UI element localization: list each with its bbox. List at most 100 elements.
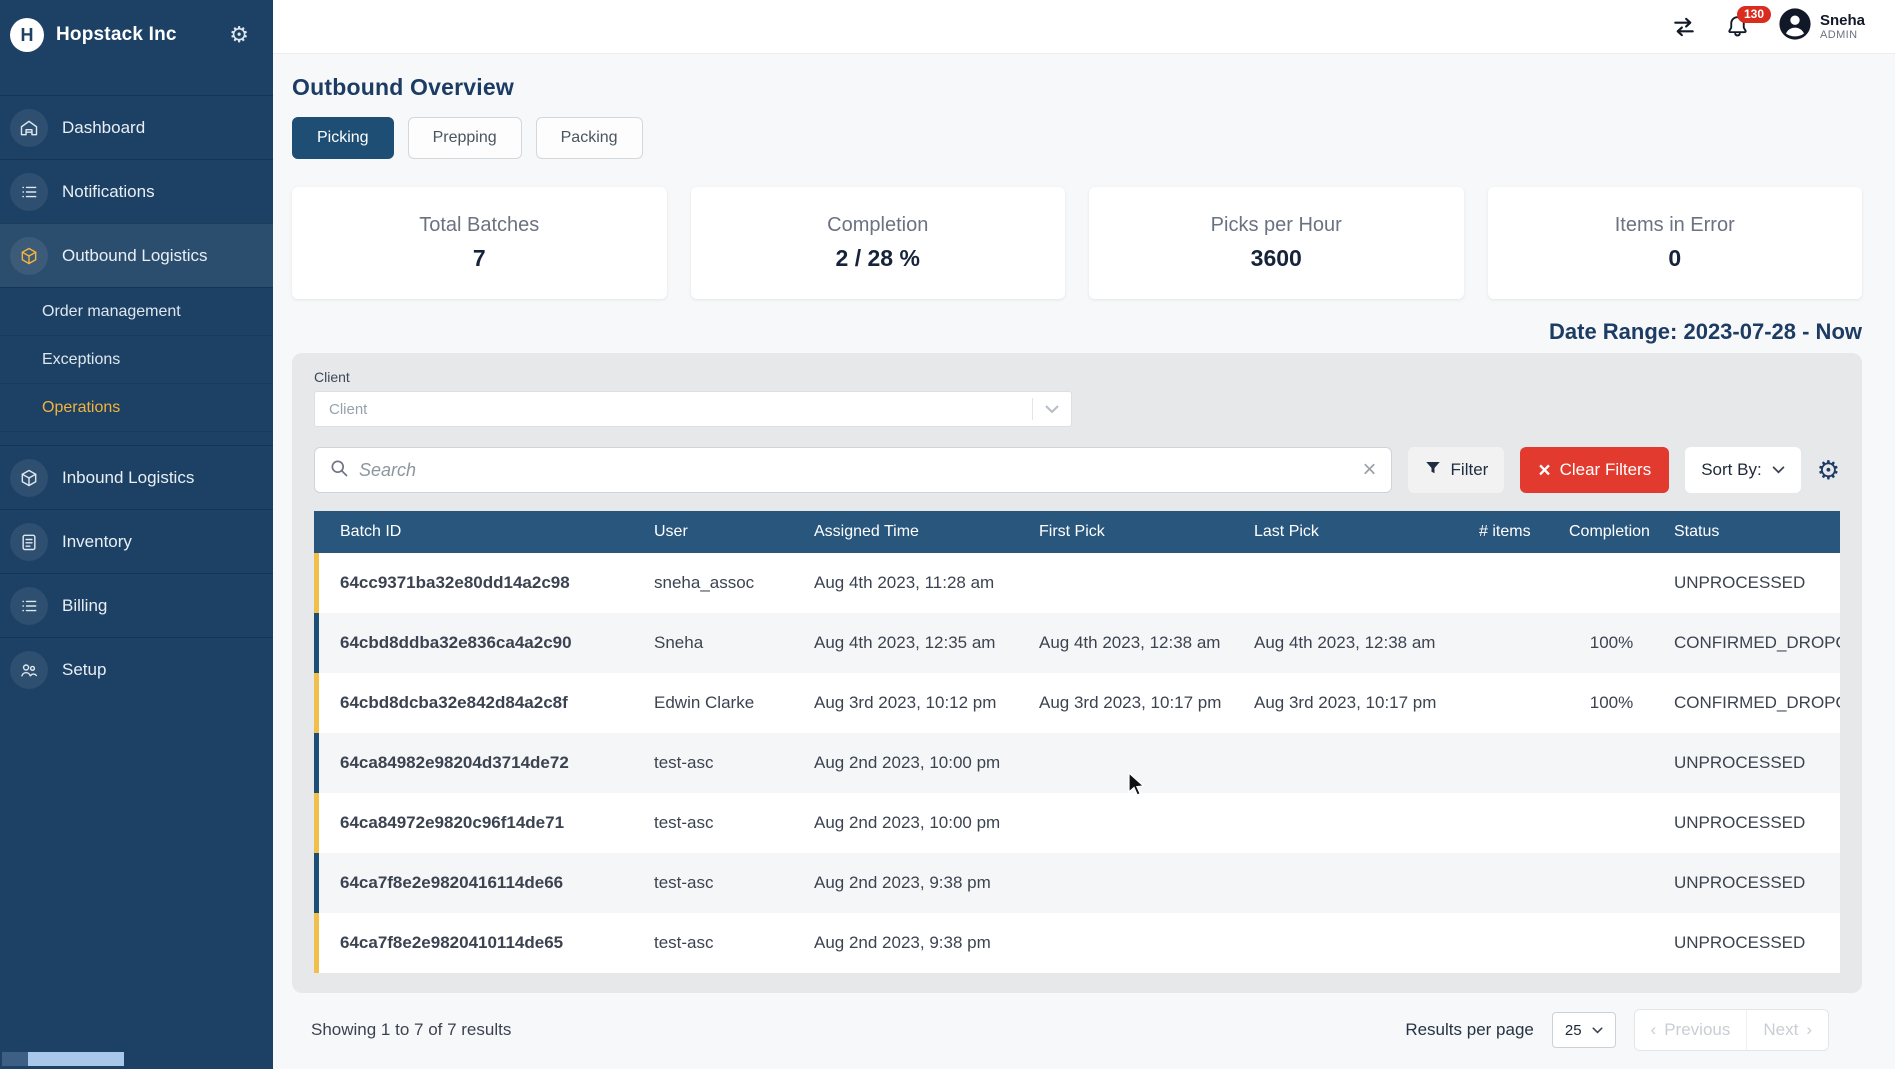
tab-prepping[interactable]: Prepping — [408, 117, 522, 159]
cell-last-pick — [1244, 793, 1469, 853]
hopstack-logo-icon: H — [10, 18, 44, 52]
avatar-icon — [1778, 7, 1812, 46]
row-accent-bar — [314, 793, 319, 853]
table-row[interactable]: 64ca7f8e2e9820416114de66 test-asc Aug 2n… — [314, 853, 1840, 913]
batch-id-link[interactable]: 64ca7f8e2e9820416114de66 — [340, 873, 563, 892]
tab-picking[interactable]: Picking — [292, 117, 394, 159]
tabs: Picking Prepping Packing — [292, 117, 1862, 159]
row-accent-bar — [314, 733, 319, 793]
previous-page-button[interactable]: ‹ Previous — [1635, 1010, 1747, 1050]
table-row[interactable]: 64cbd8ddba32e836ca4a2c90 Sneha Aug 4th 2… — [314, 613, 1840, 673]
cell-user: Edwin Clarke — [644, 673, 804, 733]
sidebar-item-setup[interactable]: Setup — [0, 637, 273, 701]
stat-card-picks-per-hour: Picks per Hour 3600 — [1089, 187, 1464, 299]
search-input[interactable] — [359, 460, 1353, 481]
stat-card-total-batches: Total Batches 7 — [292, 187, 667, 299]
sidebar-item-dashboard[interactable]: Dashboard — [0, 95, 273, 159]
client-select[interactable]: Client — [314, 391, 1072, 427]
package-icon — [10, 459, 48, 497]
cell-status: UNPROCESSED — [1664, 733, 1840, 793]
batch-id-link[interactable]: 64ca84982e98204d3714de72 — [340, 753, 569, 772]
cell-user: test-asc — [644, 913, 804, 973]
cell-items — [1469, 613, 1559, 673]
cell-status: CONFIRMED_DROPOFF — [1664, 613, 1840, 673]
cell-completion — [1559, 793, 1664, 853]
batch-id-link[interactable]: 64cc9371ba32e80dd14a2c98 — [340, 573, 570, 592]
sidebar-item-notifications[interactable]: Notifications — [0, 159, 273, 223]
column-header-status: Status — [1664, 511, 1840, 553]
filter-panel: Client Client × — [292, 353, 1862, 993]
batch-id-link[interactable]: 64ca84972e9820c96f14de71 — [340, 813, 564, 832]
sidebar-item-label: Inbound Logistics — [62, 468, 194, 488]
app-root: H Hopstack Inc ⚙ Dashboard Notifications — [0, 0, 1895, 1069]
pagination-controls: Results per page 25 ‹ Previous Ne — [1405, 1009, 1829, 1051]
cell-user: sneha_assoc — [644, 553, 804, 613]
sidebar-nav: Dashboard Notifications Outbound Logisti… — [0, 95, 273, 701]
cell-last-pick: Aug 3rd 2023, 10:17 pm — [1244, 673, 1469, 733]
sidebar-settings-gear-icon[interactable]: ⚙ — [229, 24, 249, 46]
sort-by-label: Sort By: — [1701, 460, 1761, 480]
row-accent-bar — [314, 673, 319, 733]
sidebar-subitem-exceptions[interactable]: Exceptions — [0, 336, 273, 384]
user-role: ADMIN — [1820, 29, 1865, 42]
cell-last-pick — [1244, 913, 1469, 973]
sort-by-dropdown[interactable]: Sort By: — [1685, 447, 1800, 493]
cell-items — [1469, 553, 1559, 613]
cell-assigned-time: Aug 4th 2023, 11:28 am — [804, 553, 1029, 613]
column-header-items: # items — [1469, 511, 1559, 553]
table-row[interactable]: 64ca7f8e2e9820410114de65 test-asc Aug 2n… — [314, 913, 1840, 973]
filter-button[interactable]: Filter — [1408, 447, 1505, 493]
sidebar-subitem-operations[interactable]: Operations — [0, 384, 273, 432]
tab-packing[interactable]: Packing — [536, 117, 643, 159]
stat-card-completion: Completion 2 / 28 % — [691, 187, 1066, 299]
tab-label: Picking — [317, 129, 369, 147]
next-page-button[interactable]: Next › — [1746, 1010, 1828, 1050]
row-accent-bar — [314, 553, 319, 613]
sidebar-item-outbound-logistics[interactable]: Outbound Logistics — [0, 223, 273, 287]
user-name: Sneha — [1820, 12, 1865, 29]
cell-completion: 100% — [1559, 613, 1664, 673]
cell-assigned-time: Aug 4th 2023, 12:35 am — [804, 613, 1029, 673]
search-clear-icon[interactable]: × — [1363, 458, 1377, 482]
stat-card-items-in-error: Items in Error 0 — [1488, 187, 1863, 299]
clear-filters-button[interactable]: × Clear Filters — [1520, 447, 1669, 493]
batch-id-link[interactable]: 64cbd8dcba32e842d84a2c8f — [340, 693, 568, 712]
cell-first-pick — [1029, 853, 1244, 913]
stat-value: 3600 — [1251, 245, 1302, 272]
tab-label: Packing — [561, 129, 618, 147]
page-size-select[interactable]: 25 — [1552, 1012, 1616, 1048]
cell-completion — [1559, 913, 1664, 973]
clipboard-icon — [10, 523, 48, 561]
sidebar-item-billing[interactable]: Billing — [0, 573, 273, 637]
brand-name: Hopstack Inc — [56, 24, 217, 46]
sidebar-subitem-label: Exceptions — [42, 351, 120, 369]
stat-label: Total Batches — [419, 214, 539, 237]
cell-completion: 100% — [1559, 673, 1664, 733]
batch-id-link[interactable]: 64ca7f8e2e9820410114de65 — [340, 933, 563, 952]
cell-status: UNPROCESSED — [1664, 553, 1840, 613]
table-footer: Showing 1 to 7 of 7 results Results per … — [292, 993, 1862, 1051]
stat-label: Completion — [827, 214, 928, 237]
sidebar-subitem-order-management[interactable]: Order management — [0, 288, 273, 336]
batch-id-link[interactable]: 64cbd8ddba32e836ca4a2c90 — [340, 633, 572, 652]
sidebar-item-inventory[interactable]: Inventory — [0, 509, 273, 573]
cell-status: UNPROCESSED — [1664, 853, 1840, 913]
sidebar-item-label: Inventory — [62, 532, 132, 552]
user-menu[interactable]: Sneha ADMIN — [1778, 7, 1865, 46]
table-row[interactable]: 64ca84982e98204d3714de72 test-asc Aug 2n… — [314, 733, 1840, 793]
notifications-bell-icon[interactable]: 130 — [1725, 14, 1750, 39]
table-row[interactable]: 64ca84972e9820c96f14de71 test-asc Aug 2n… — [314, 793, 1840, 853]
table-row[interactable]: 64cc9371ba32e80dd14a2c98 sneha_assoc Aug… — [314, 553, 1840, 613]
table-settings-gear-icon[interactable]: ⚙ — [1817, 457, 1840, 483]
column-header-first-pick: First Pick — [1029, 511, 1244, 553]
list-icon — [10, 173, 48, 211]
row-accent-bar — [314, 613, 319, 673]
stat-label: Items in Error — [1615, 214, 1735, 237]
chevron-right-icon: › — [1806, 1020, 1812, 1040]
sidebar: H Hopstack Inc ⚙ Dashboard Notifications — [0, 0, 273, 1069]
table-row[interactable]: 64cbd8dcba32e842d84a2c8f Edwin Clarke Au… — [314, 673, 1840, 733]
transfer-arrows-icon[interactable] — [1671, 14, 1697, 40]
screen-recorder-artifact — [2, 1052, 124, 1066]
column-header-last-pick: Last Pick — [1244, 511, 1469, 553]
sidebar-item-inbound-logistics[interactable]: Inbound Logistics — [0, 445, 273, 509]
